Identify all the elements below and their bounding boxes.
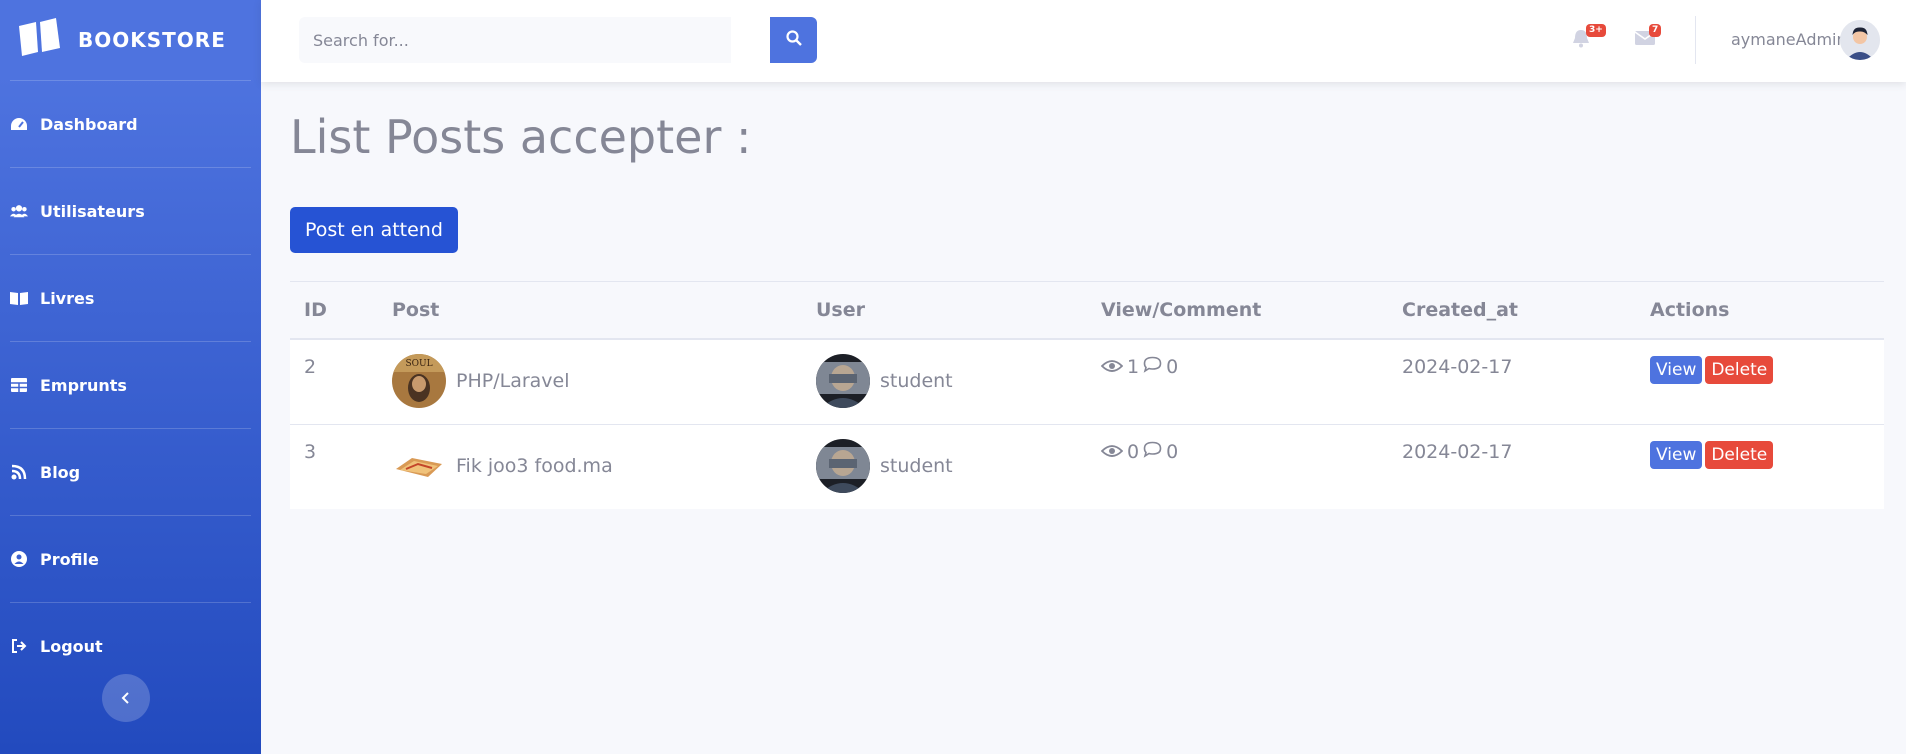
view-button[interactable]: View <box>1650 441 1703 469</box>
book-open-icon <box>10 289 28 307</box>
avatar[interactable] <box>1840 20 1880 60</box>
sidebar-item-blog[interactable]: Blog <box>10 429 251 516</box>
table-row: 3 Fik joo3 food.ma student 0 0 2024-02-1… <box>290 425 1884 510</box>
cell-post: Fik joo3 food.ma <box>378 425 802 510</box>
brand-name: BOOKSTORE <box>78 28 226 52</box>
sidebar-item-utilisateurs[interactable]: Utilisateurs <box>10 168 251 255</box>
cell-user: student <box>802 339 1087 425</box>
blog-icon <box>10 463 28 481</box>
sidebar-item-label: Emprunts <box>40 375 127 395</box>
search-form <box>299 17 817 63</box>
sidebar: BOOKSTORE Dashboard Utilisateurs Livres … <box>0 0 261 754</box>
sidebar-item-label: Livres <box>40 288 95 308</box>
post-thumbnail: SOUL <box>392 354 446 408</box>
sign-out-icon <box>10 637 28 655</box>
users-icon <box>10 202 28 220</box>
sidebar-item-label: Blog <box>40 462 81 482</box>
table-icon <box>10 376 28 394</box>
column-header-created-at: Created_at <box>1388 281 1636 340</box>
cell-actions: View Delete <box>1636 425 1884 510</box>
table-header-row: ID Post User View/Comment Created_at Act… <box>290 281 1884 340</box>
view-count: 0 <box>1127 441 1140 463</box>
user-name: student <box>880 455 953 477</box>
alerts-button[interactable]: 3+ <box>1572 24 1606 52</box>
column-header-view-comment: View/Comment <box>1087 281 1388 340</box>
cell-id: 3 <box>304 441 317 463</box>
comment-icon <box>1143 356 1162 378</box>
book-logo-icon <box>16 17 78 63</box>
sidebar-item-label: Dashboard <box>40 114 138 134</box>
post-thumbnail <box>392 439 446 493</box>
tachometer-icon <box>10 115 28 133</box>
comment-count: 0 <box>1166 356 1179 378</box>
post-title[interactable]: PHP/Laravel <box>456 370 570 392</box>
cell-post: SOUL PHP/Laravel <box>378 339 802 425</box>
svg-text:SOUL: SOUL <box>405 359 432 369</box>
cell-actions: View Delete <box>1636 339 1884 425</box>
cell-view-comment: 0 0 <box>1087 425 1388 510</box>
column-header-user: User <box>802 281 1087 340</box>
table-row: 2 SOUL PHP/Laravel student 1 0 2024-02-1… <box>290 339 1884 425</box>
column-header-id: ID <box>290 281 378 340</box>
sidebar-item-label: Profile <box>40 549 99 569</box>
comment-icon <box>1143 441 1162 463</box>
messages-button[interactable]: 7 <box>1634 24 1662 52</box>
messages-badge: 7 <box>1649 24 1662 37</box>
topbar: 3+ 7 aymaneAdmin <box>261 0 1906 82</box>
sidebar-item-dashboard[interactable]: Dashboard <box>10 81 251 168</box>
cell-view-comment: 1 0 <box>1087 339 1388 425</box>
eye-icon <box>1100 356 1124 378</box>
cell-created-at: 2024-02-17 <box>1388 339 1636 425</box>
user-name: student <box>880 370 953 392</box>
comment-count: 0 <box>1166 441 1179 463</box>
delete-button[interactable]: Delete <box>1705 356 1774 384</box>
alerts-badge: 3+ <box>1586 24 1606 37</box>
view-count: 1 <box>1127 356 1140 378</box>
eye-icon <box>1100 441 1124 463</box>
cell-created-at: 2024-02-17 <box>1402 441 1513 463</box>
cell-id: 2 <box>290 339 378 425</box>
topbar-divider <box>1695 16 1696 64</box>
delete-button[interactable]: Delete <box>1705 441 1774 469</box>
cell-user: student <box>802 425 1087 510</box>
search-input[interactable] <box>299 17 731 63</box>
sidebar-item-profile[interactable]: Profile <box>10 516 251 603</box>
username[interactable]: aymaneAdmin <box>1731 30 1847 49</box>
sidebar-item-livres[interactable]: Livres <box>10 255 251 342</box>
brand[interactable]: BOOKSTORE <box>10 0 251 81</box>
sidebar-item-emprunts[interactable]: Emprunts <box>10 342 251 429</box>
search-icon <box>785 30 802 50</box>
view-button[interactable]: View <box>1650 356 1703 384</box>
search-button[interactable] <box>770 17 817 63</box>
page-title: List Posts accepter : <box>290 110 752 164</box>
pending-posts-button[interactable]: Post en attend <box>290 207 458 253</box>
column-header-actions: Actions <box>1636 281 1884 340</box>
chevron-left-icon <box>121 689 131 708</box>
sidebar-item-label: Utilisateurs <box>40 201 145 221</box>
column-header-post: Post <box>378 281 802 340</box>
user-circle-icon <box>10 550 28 568</box>
sidebar-toggle-button[interactable] <box>102 674 150 722</box>
user-avatar <box>816 354 870 408</box>
post-title[interactable]: Fik joo3 food.ma <box>456 455 613 477</box>
posts-table: ID Post User View/Comment Created_at Act… <box>290 281 1884 509</box>
sidebar-item-label: Logout <box>40 636 103 656</box>
user-avatar <box>816 439 870 493</box>
